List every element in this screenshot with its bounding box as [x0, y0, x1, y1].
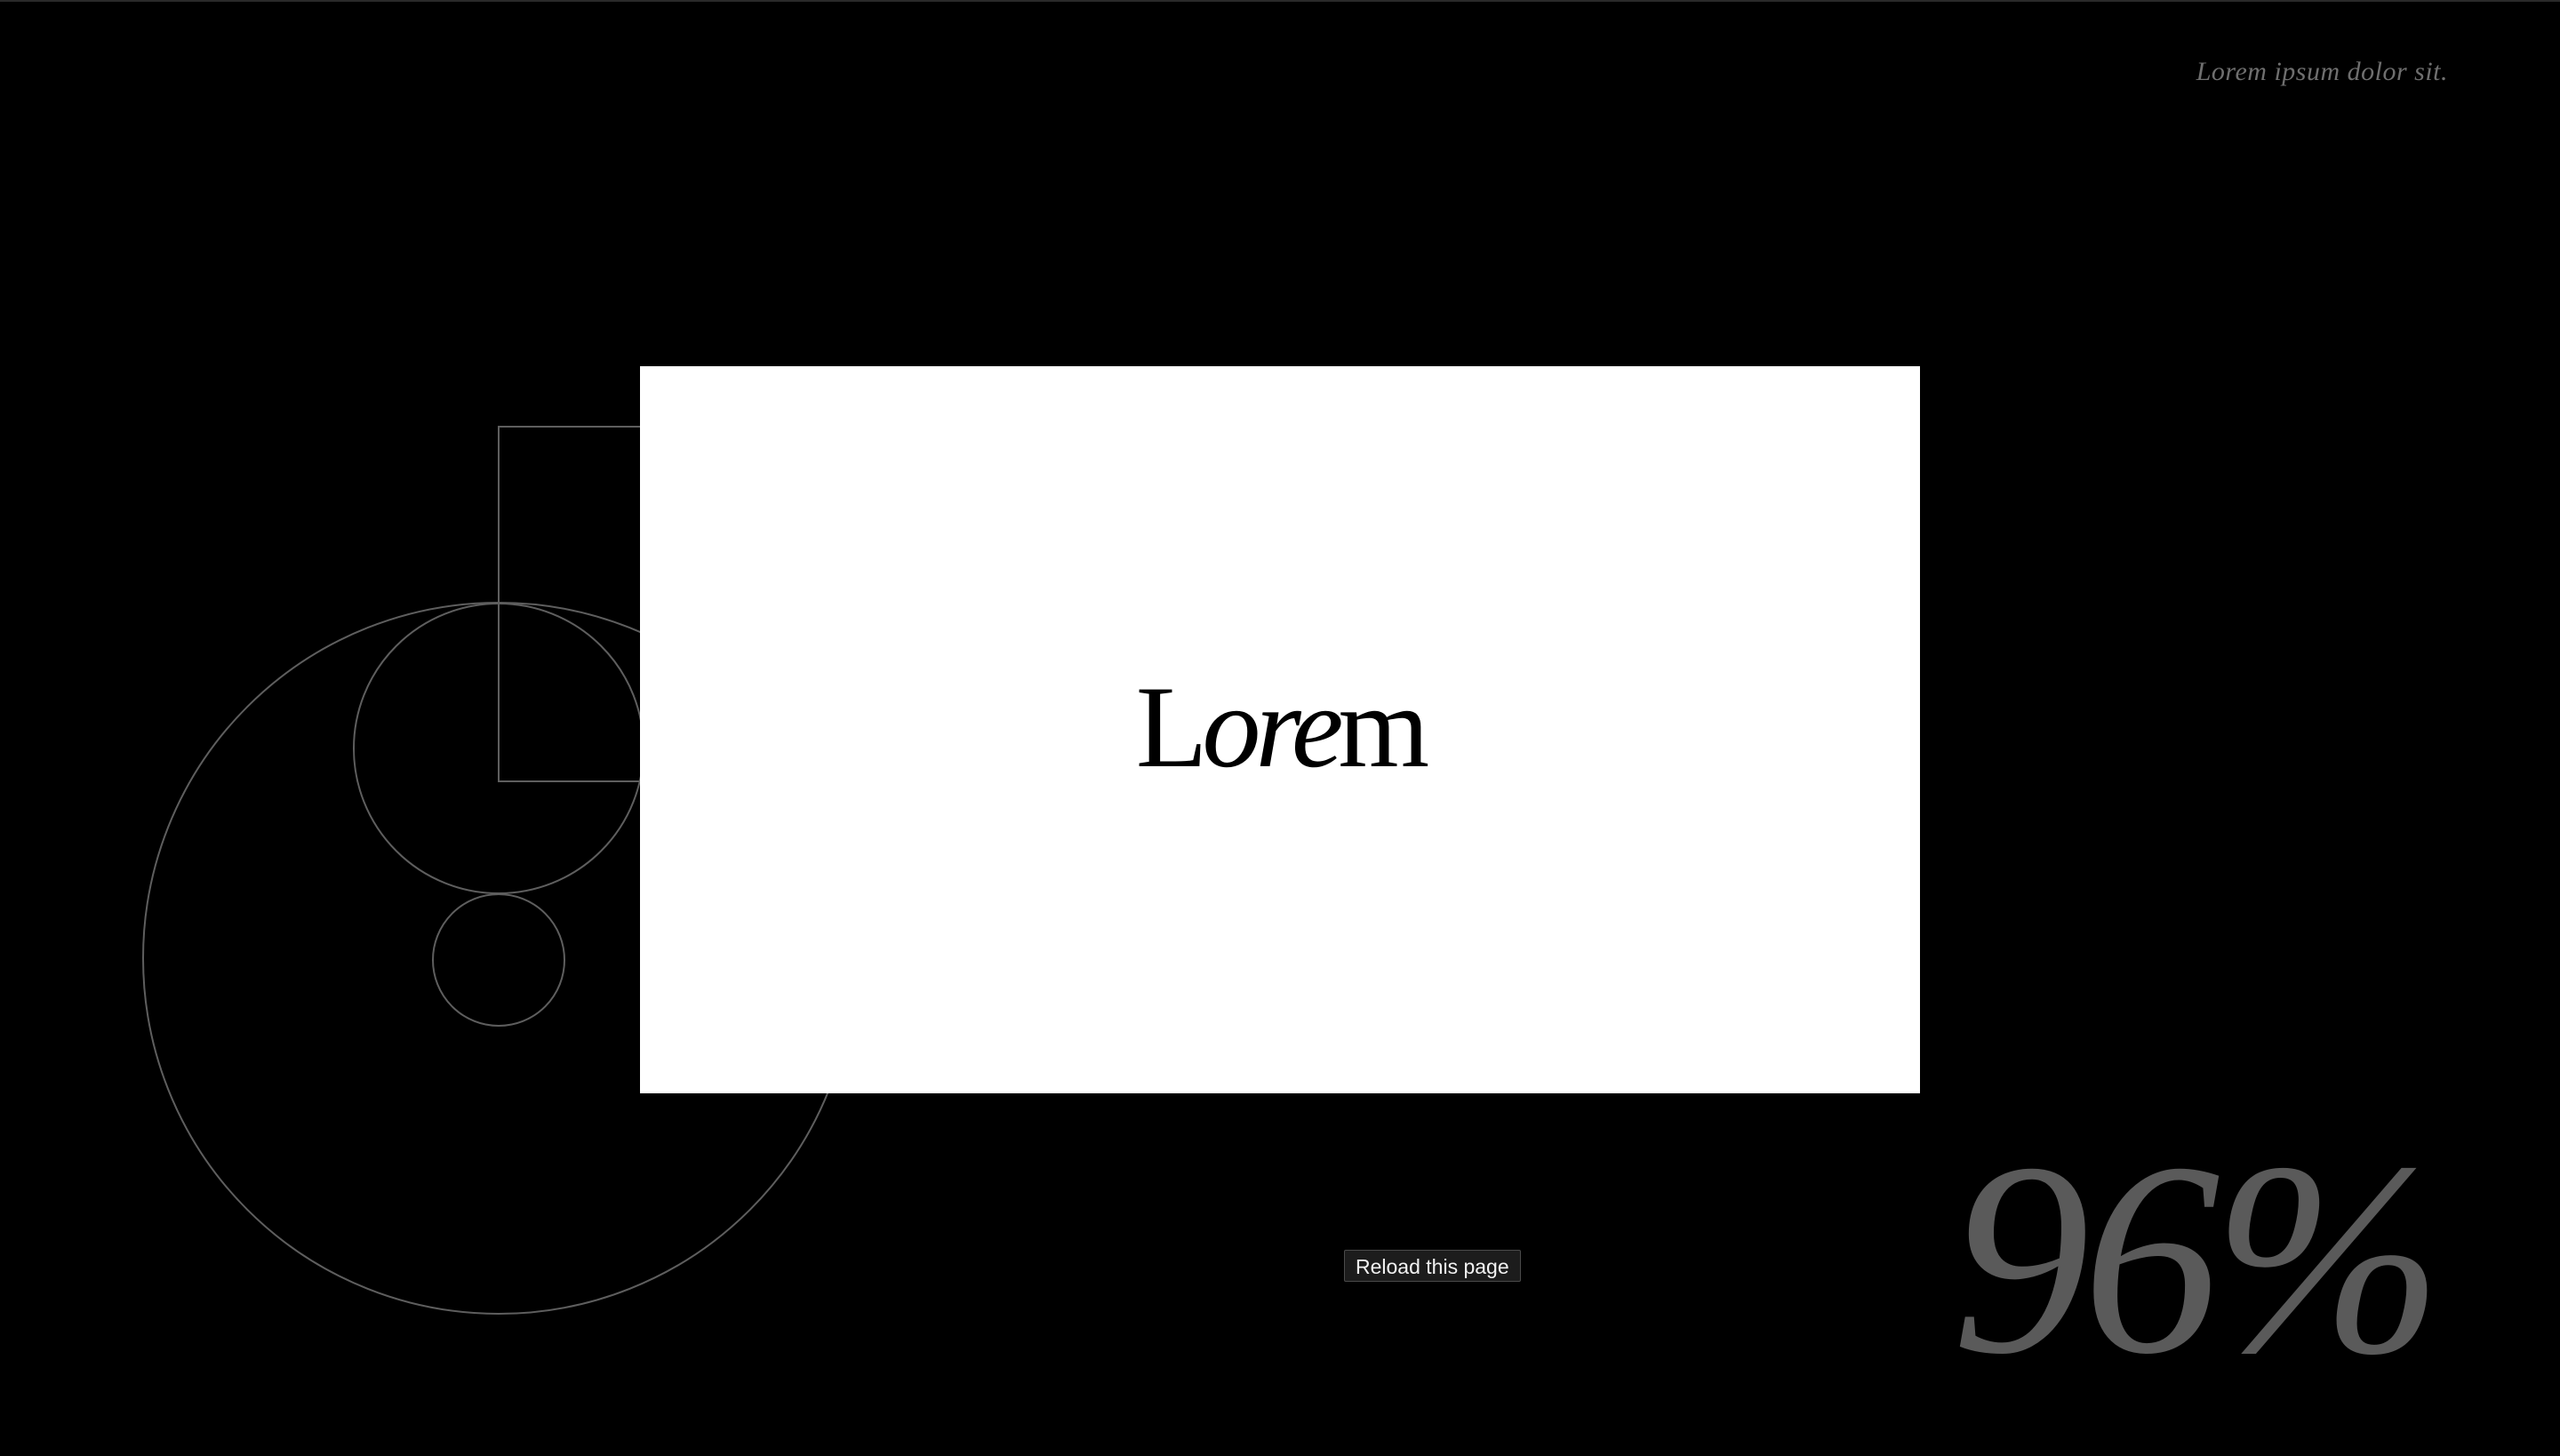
logo-letters-italic: ore	[1202, 661, 1343, 792]
logo-letter-tail: m	[1338, 661, 1430, 792]
logo-wordmark: Lorem	[1136, 668, 1429, 786]
loading-percentage: 96%	[1951, 1107, 2443, 1412]
small-outline-circle	[432, 893, 565, 1027]
logo-card: Lorem	[640, 366, 1920, 1093]
logo-letter-plain: L	[1135, 661, 1208, 792]
reload-button[interactable]: Reload this page	[1344, 1250, 1521, 1282]
